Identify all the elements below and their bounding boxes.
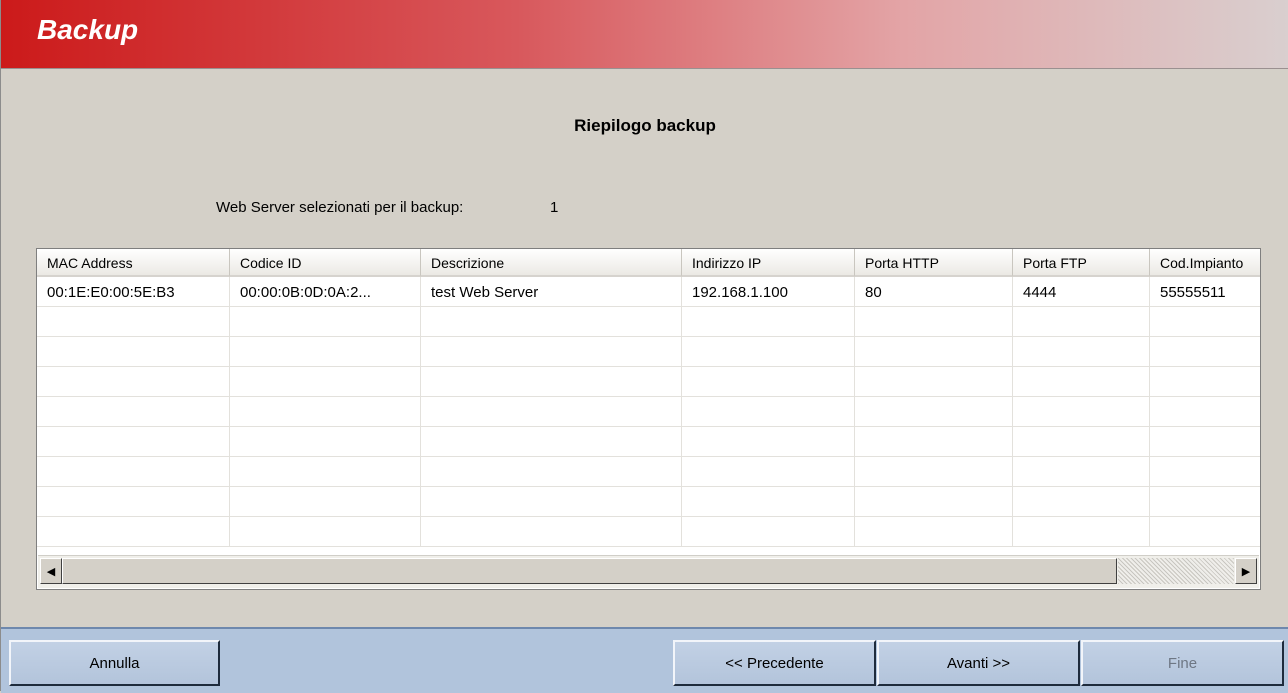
table-cell[interactable]	[1150, 487, 1260, 517]
horizontal-scrollbar[interactable]: ◀ ▶	[38, 555, 1259, 588]
table-cell[interactable]	[1013, 337, 1150, 367]
scroll-right-arrow-icon[interactable]: ▶	[1235, 558, 1257, 584]
table-cell[interactable]	[1013, 427, 1150, 457]
table-cell[interactable]	[37, 487, 230, 517]
table-cell[interactable]	[1013, 307, 1150, 337]
table-row[interactable]	[37, 337, 1260, 367]
table-cell[interactable]	[230, 427, 421, 457]
selected-servers-count: 1	[550, 199, 559, 216]
table-row[interactable]	[37, 307, 1260, 337]
table-cell[interactable]	[421, 487, 682, 517]
table-cell[interactable]	[1013, 487, 1150, 517]
window-title: Backup	[37, 14, 139, 45]
table-cell[interactable]	[682, 517, 855, 547]
table-cell[interactable]	[682, 487, 855, 517]
table-cell[interactable]	[855, 337, 1013, 367]
table-cell[interactable]	[682, 427, 855, 457]
table-cell[interactable]	[37, 427, 230, 457]
table-cell[interactable]	[37, 337, 230, 367]
scroll-left-arrow-icon[interactable]: ◀	[40, 558, 62, 584]
table-cell[interactable]	[1013, 367, 1150, 397]
table-cell[interactable]	[1150, 337, 1260, 367]
table-cell[interactable]	[1013, 517, 1150, 547]
table-cell[interactable]	[37, 517, 230, 547]
column-header-porta-ftp[interactable]: Porta FTP	[1013, 249, 1150, 277]
table-cell[interactable]	[421, 337, 682, 367]
table-cell[interactable]	[1150, 427, 1260, 457]
table-row[interactable]	[37, 397, 1260, 427]
table-cell[interactable]	[1150, 307, 1260, 337]
table-cell[interactable]	[855, 487, 1013, 517]
column-header-mac-address[interactable]: MAC Address	[37, 249, 230, 277]
table-cell[interactable]	[230, 367, 421, 397]
table-cell[interactable]: 00:1E:E0:00:5E:B3	[37, 277, 230, 307]
table-cell[interactable]	[421, 457, 682, 487]
scrollbar-thumb[interactable]	[62, 558, 1117, 584]
table-cell[interactable]	[230, 337, 421, 367]
table-cell[interactable]	[682, 397, 855, 427]
table-cell[interactable]	[855, 517, 1013, 547]
table-cell[interactable]	[37, 457, 230, 487]
table-cell[interactable]	[855, 367, 1013, 397]
table-cell[interactable]	[421, 427, 682, 457]
table-row[interactable]	[37, 487, 1260, 517]
table-cell[interactable]	[421, 397, 682, 427]
scrollbar-track[interactable]	[1118, 558, 1234, 584]
table-cell[interactable]	[421, 307, 682, 337]
table-cell[interactable]	[1150, 517, 1260, 547]
table-cell[interactable]	[230, 517, 421, 547]
table-cell[interactable]	[682, 367, 855, 397]
table-cell[interactable]	[855, 307, 1013, 337]
table-row[interactable]	[37, 517, 1260, 547]
table-cell[interactable]: 55555511	[1150, 277, 1260, 307]
table-cell[interactable]	[230, 397, 421, 427]
wizard-footer: Annulla << Precedente Avanti >> Fine	[1, 627, 1288, 693]
table-cell[interactable]: 00:00:0B:0D:0A:2...	[230, 277, 421, 307]
web-server-grid[interactable]: MAC Address Codice ID Descrizione Indiri…	[36, 248, 1261, 590]
table-row[interactable]	[37, 427, 1260, 457]
table-cell[interactable]	[682, 337, 855, 367]
grid-body: 00:1E:E0:00:5E:B3 00:00:0B:0D:0A:2... test…	[37, 277, 1260, 547]
table-cell[interactable]	[421, 367, 682, 397]
table-cell[interactable]	[37, 367, 230, 397]
finish-button[interactable]: Fine	[1081, 640, 1284, 686]
backup-window: Backup Riepilogo backup Web Server selez…	[0, 0, 1288, 693]
table-cell[interactable]: 4444	[1013, 277, 1150, 307]
table-cell[interactable]	[421, 517, 682, 547]
table-cell[interactable]	[1150, 397, 1260, 427]
table-row[interactable]	[37, 457, 1260, 487]
table-cell[interactable]	[855, 427, 1013, 457]
table-cell[interactable]: test Web Server	[421, 277, 682, 307]
table-row[interactable]	[37, 367, 1260, 397]
table-cell[interactable]: 192.168.1.100	[682, 277, 855, 307]
previous-button[interactable]: << Precedente	[673, 640, 876, 686]
table-cell[interactable]	[855, 397, 1013, 427]
column-header-indirizzo-ip[interactable]: Indirizzo IP	[682, 249, 855, 277]
column-header-descrizione[interactable]: Descrizione	[421, 249, 682, 277]
page-heading: Riepilogo backup	[574, 116, 716, 135]
table-cell[interactable]: 80	[855, 277, 1013, 307]
table-cell[interactable]	[1150, 457, 1260, 487]
cancel-button[interactable]: Annulla	[9, 640, 220, 686]
table-cell[interactable]	[230, 457, 421, 487]
table-cell[interactable]	[1150, 367, 1260, 397]
table-cell[interactable]	[1013, 397, 1150, 427]
column-header-porta-http[interactable]: Porta HTTP	[855, 249, 1013, 277]
table-cell[interactable]	[1013, 457, 1150, 487]
next-button[interactable]: Avanti >>	[877, 640, 1080, 686]
selected-servers-label: Web Server selezionati per il backup:	[216, 199, 464, 216]
grid-header: MAC Address Codice ID Descrizione Indiri…	[37, 249, 1260, 277]
column-header-cod-impianto[interactable]: Cod.Impianto	[1150, 249, 1260, 277]
table-cell[interactable]	[855, 457, 1013, 487]
title-bar: Backup	[1, 0, 1288, 69]
table-cell[interactable]	[37, 307, 230, 337]
table-cell[interactable]	[682, 307, 855, 337]
column-header-codice-id[interactable]: Codice ID	[230, 249, 421, 277]
table-cell[interactable]	[230, 307, 421, 337]
table-cell[interactable]	[37, 397, 230, 427]
table-cell[interactable]	[682, 457, 855, 487]
table-cell[interactable]	[230, 487, 421, 517]
table-row[interactable]: 00:1E:E0:00:5E:B3 00:00:0B:0D:0A:2... test…	[37, 277, 1260, 307]
